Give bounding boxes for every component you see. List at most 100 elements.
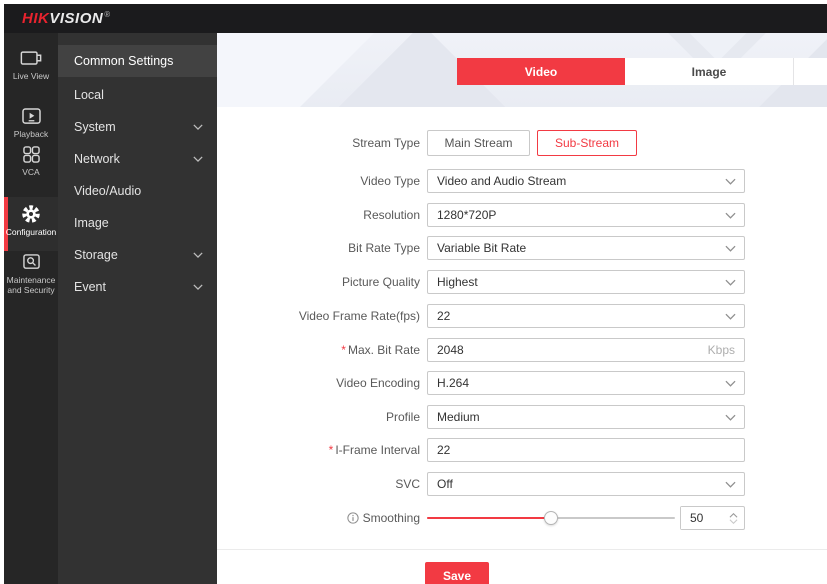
chevron-down-icon [725,313,736,320]
logo-vision: VISION [49,10,103,27]
chevron-down-icon [725,414,736,421]
required-asterisk: * [329,443,334,457]
iframe-interval-input[interactable] [428,439,744,461]
chevron-down-icon [725,178,736,185]
footer-divider [217,549,827,550]
bit-rate-type-select[interactable]: Variable Bit Rate [427,236,745,260]
nav-item-maintenance-security[interactable]: Maintenanceand Security [4,253,58,295]
submenu-item-label: Video/Audio [74,184,203,198]
picture-quality-label: Picture Quality [217,270,420,294]
video-type-select[interactable]: Video and Audio Stream [427,169,745,193]
svc-value: Off [437,477,725,491]
tab-image[interactable]: Image [625,58,793,85]
vca-icon [23,145,40,163]
tab-partial[interactable] [793,58,827,85]
submenu-item-video-audio[interactable]: Video/Audio [58,175,217,207]
video-type-value: Video and Audio Stream [437,174,725,188]
submenu-item-label: System [74,120,193,134]
main-content: Video Image Stream Type Main Stream Sub-… [217,33,827,584]
video-type-label: Video Type [217,169,420,193]
submenu-item-label: Network [74,152,193,166]
submenu-item-network[interactable]: Network [58,143,217,175]
submenu-item-label: Image [74,216,203,230]
playback-icon [22,107,41,125]
nav-item-vca[interactable]: VCA [4,145,58,177]
submenu-item-common-settings[interactable]: Common Settings [58,45,217,77]
logo-registered-mark: ® [104,10,110,19]
nav-item-label: Live View [13,71,49,81]
sub-stream-button[interactable]: Sub-Stream [537,130,637,156]
video-frame-rate-value: 22 [437,309,725,323]
svc-select[interactable]: Off [427,472,745,496]
chevron-down-icon [725,212,736,219]
smoothing-spinner[interactable] [723,507,743,529]
profile-select[interactable]: Medium [427,405,745,429]
config-submenu: Common Settings Local System Network Vid… [58,33,217,584]
submenu-item-event[interactable]: Event [58,271,217,303]
submenu-item-label: Local [74,88,203,102]
video-frame-rate-label: Video Frame Rate(fps) [217,304,420,328]
tab-video[interactable]: Video [457,58,625,85]
top-bar: HIKVISION® [4,4,827,33]
spinner-down-icon[interactable] [729,519,738,524]
logo-hik: HIK [22,10,49,27]
chevron-down-icon [193,156,203,162]
picture-quality-select[interactable]: Highest [427,270,745,294]
profile-label: Profile [217,405,420,429]
hikvision-config-page: HIKVISION® Live View Playback VCA [0,0,827,584]
smoothing-numbox [680,506,745,530]
chevron-down-icon [725,245,736,252]
spinner-up-icon[interactable] [729,513,738,518]
main-stream-button[interactable]: Main Stream [427,130,530,156]
nav-item-label: Playback [14,129,49,139]
smoothing-slider[interactable] [427,506,675,530]
max-bit-rate-field: Kbps [427,338,745,362]
tab-label: Image [692,65,727,79]
save-button[interactable]: Save [425,562,489,584]
bit-rate-type-value: Variable Bit Rate [437,241,725,255]
nav-item-label: Configuration [6,227,57,237]
submenu-item-label: Common Settings [74,54,203,68]
row-stream-type: Stream Type Main Stream Sub-Stream [217,130,827,154]
video-encoding-value: H.264 [437,376,725,390]
video-frame-rate-select[interactable]: 22 [427,304,745,328]
live-view-icon [20,49,42,67]
chevron-down-icon [725,279,736,286]
chevron-down-icon [193,252,203,258]
maintenance-icon [23,253,40,271]
stream-tabs: Video Image [457,58,827,85]
submenu-item-label: Event [74,280,193,294]
iframe-interval-label: *I-Frame Interval [217,438,420,462]
chevron-down-icon [725,380,736,387]
chevron-down-icon [193,284,203,290]
info-icon[interactable] [347,508,359,532]
video-encoding-label: Video Encoding [217,371,420,395]
nav-item-live-view[interactable]: Live View [4,49,58,81]
gear-icon [21,205,41,223]
submenu-item-image[interactable]: Image [58,207,217,239]
main-nav-rail: Live View Playback VCA Configuration Mai [4,33,58,584]
iframe-interval-field [427,438,745,462]
smoothing-input[interactable] [681,507,723,529]
nav-item-playback[interactable]: Playback [4,107,58,139]
submenu-item-system[interactable]: System [58,111,217,143]
hikvision-logo: HIKVISION® [22,10,111,27]
tab-label: Video [525,65,557,79]
bit-rate-type-label: Bit Rate Type [217,236,420,260]
stream-type-label: Stream Type [217,130,420,156]
resolution-value: 1280*720P [437,208,725,222]
submenu-item-storage[interactable]: Storage [58,239,217,271]
resolution-select[interactable]: 1280*720P [427,203,745,227]
video-encoding-select[interactable]: H.264 [427,371,745,395]
profile-value: Medium [437,410,725,424]
required-asterisk: * [341,343,346,357]
nav-item-label: VCA [22,167,39,177]
max-bit-rate-label: *Max. Bit Rate [217,338,420,362]
submenu-item-local[interactable]: Local [58,79,217,111]
smoothing-handle[interactable] [544,511,558,525]
nav-item-label: Maintenanceand Security [7,275,56,295]
nav-item-configuration[interactable]: Configuration [4,205,58,237]
max-bit-rate-input[interactable] [428,339,744,361]
resolution-label: Resolution [217,203,420,227]
smoothing-label: Smoothing [217,506,420,532]
